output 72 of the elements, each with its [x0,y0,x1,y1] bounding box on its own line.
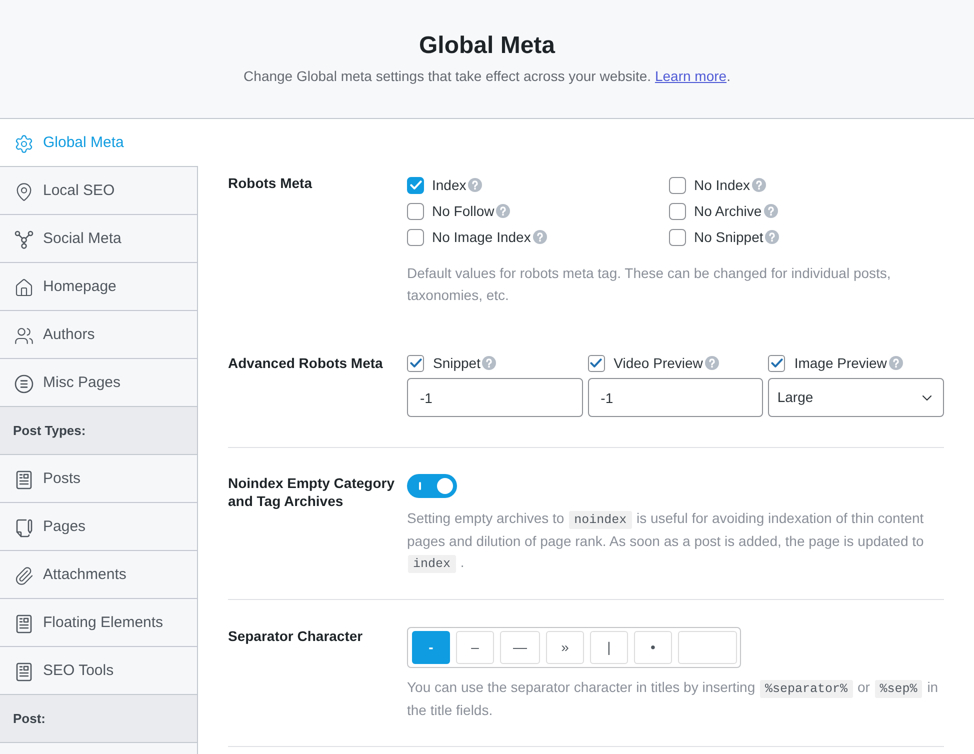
help-icon[interactable] [752,178,766,192]
description: Setting empty archives to noindex is useful for avoiding indexation of thin content pages and dilution of page rank. As soon as a post is added, the page is updated to index . [407,509,925,575]
checkbox-label[interactable]: Snippet [433,352,480,374]
checkbox-label[interactable]: No Index [694,175,750,195]
checkbox-label[interactable]: No Follow [432,201,494,221]
checkbox[interactable] [669,202,686,220]
check-icon [590,358,602,368]
custom-separator-field[interactable] [678,631,737,664]
checkbox[interactable] [407,228,424,246]
checkbox[interactable] [407,176,424,194]
help-icon[interactable] [704,356,719,370]
sidebar-item[interactable]: Attachments [0,551,198,599]
sidebar-item[interactable]: Homepage [0,263,198,311]
number-input-field[interactable]: -1 [407,378,583,417]
separator-option[interactable]: » [546,631,584,664]
checkbox[interactable] [768,354,786,372]
checkbox[interactable] [407,202,424,220]
page-title: Global Meta [418,31,556,61]
sidebar-heading: Post Types: [0,407,198,455]
checkbox-label[interactable]: No Image Index [432,227,531,247]
sidebar-item[interactable]: Social Meta [0,215,198,263]
check-icon [770,358,783,368]
house-icon [14,278,34,298]
document-icon [14,614,34,634]
checkbox-label[interactable]: No Snippet [694,227,764,247]
dropdown-select[interactable]: Large [768,378,944,417]
help-icon[interactable] [482,356,496,370]
document-icon [14,662,34,682]
separator-option[interactable]: | [590,631,628,664]
sidebar-item[interactable]: Posts [0,455,198,503]
number-input-field[interactable]: -1 [588,378,764,417]
help-icon[interactable] [468,178,482,192]
checkbox[interactable] [588,354,605,372]
checkbox-label[interactable]: Video Preview [614,352,703,374]
document-icon [14,470,34,490]
checkbox-label[interactable]: Index [432,175,466,195]
setting-label: Robots Meta [228,174,314,193]
help-icon[interactable] [764,204,778,218]
help-icon[interactable] [888,356,903,370]
paperclip-icon [14,566,34,586]
check-icon [410,358,422,368]
page-pencil-icon [14,518,34,538]
help-icon[interactable] [496,204,510,218]
separator-option[interactable]: • [634,631,672,664]
help-icon[interactable] [765,230,780,244]
list-circle-icon [14,374,34,394]
people-icon [14,326,34,346]
sidebar-item[interactable]: Local SEO [0,167,198,215]
nodes-icon [14,230,34,250]
separator-option[interactable]: — [500,631,540,664]
sidebar-item[interactable]: Authors [0,311,198,359]
settings-icon [14,134,34,154]
sidebar-heading: Post: [0,695,198,743]
description: You can use the separator character in titles by inserting %separator% or %sep% in the title fields. [407,678,940,720]
page-subtitle: Change Global meta settings that take effect across your website. Learn more. [244,67,730,86]
checkbox-label[interactable]: Image Preview [794,352,887,374]
check-icon [410,180,422,190]
sidebar-item[interactable]: Floating Elements [0,599,198,647]
description: Default values for robots meta tag. These can be changed for individual posts, taxonomies, etc. [407,264,892,305]
separator-option[interactable]: – [456,631,494,664]
learn-more-link[interactable]: Learn more [654,68,727,84]
sidebar-item[interactable]: Pages [0,503,198,551]
setting-label: Separator Character [228,627,364,646]
setting-label: Advanced Robots Meta [228,354,384,373]
checkbox-label[interactable]: No Archive [694,201,762,221]
checkbox[interactable] [407,354,424,372]
checkbox[interactable] [669,228,686,246]
checkbox[interactable] [669,176,686,194]
setting-label: Noindex Empty Category and Tag Archives [228,474,396,510]
toggle-switch[interactable] [407,474,457,498]
help-icon[interactable] [532,230,547,244]
map-pin-icon [14,182,34,202]
